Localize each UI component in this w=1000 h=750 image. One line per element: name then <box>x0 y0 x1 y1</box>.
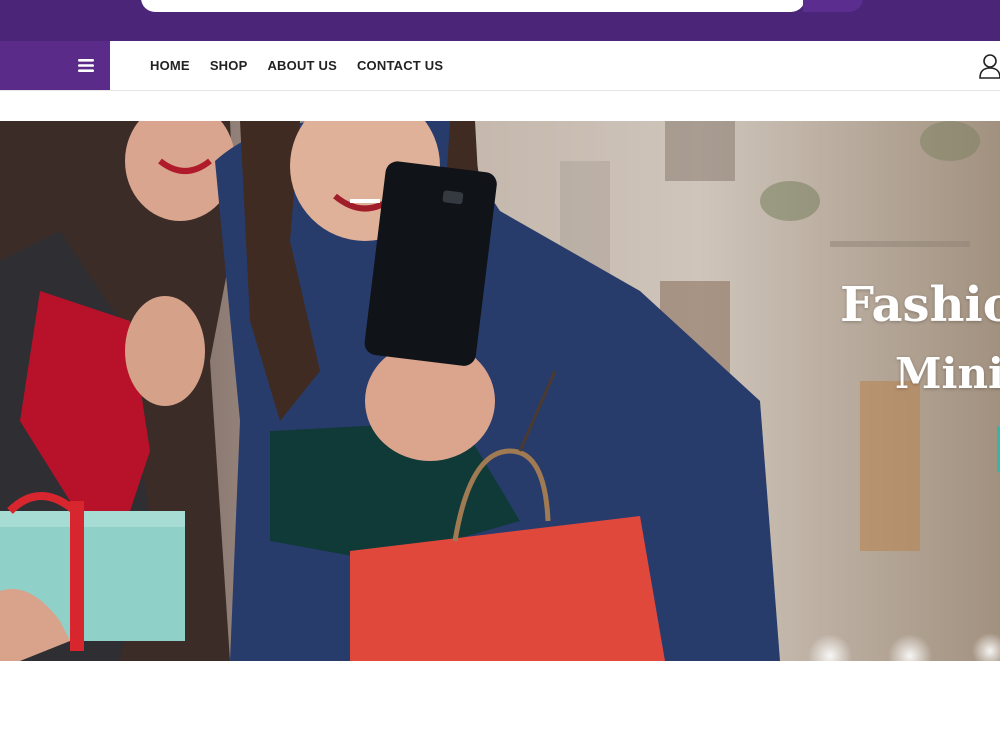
search-input[interactable] <box>141 0 805 12</box>
account-button[interactable] <box>978 53 1000 79</box>
hero-image <box>0 121 1000 661</box>
nav-links: HOME SHOP ABOUT US CONTACT US <box>150 41 463 90</box>
user-icon <box>979 54 1000 79</box>
nav-link-shop[interactable]: SHOP <box>210 58 248 73</box>
hero-title: Fashion <box>840 277 1000 333</box>
nav-link-about-us[interactable]: ABOUT US <box>267 58 337 73</box>
nav-link-home[interactable]: HOME <box>150 58 190 73</box>
nav-link-contact-us[interactable]: CONTACT US <box>357 58 443 73</box>
search-button[interactable] <box>803 0 863 12</box>
top-bar <box>0 0 1000 41</box>
menu-toggle-button[interactable] <box>0 41 110 90</box>
hero-subtitle: Minin <box>895 349 1000 398</box>
hero-banner: Fashion Minin <box>0 121 1000 661</box>
hamburger-menu-icon <box>78 59 94 72</box>
main-nav: HOME SHOP ABOUT US CONTACT US <box>0 41 1000 91</box>
